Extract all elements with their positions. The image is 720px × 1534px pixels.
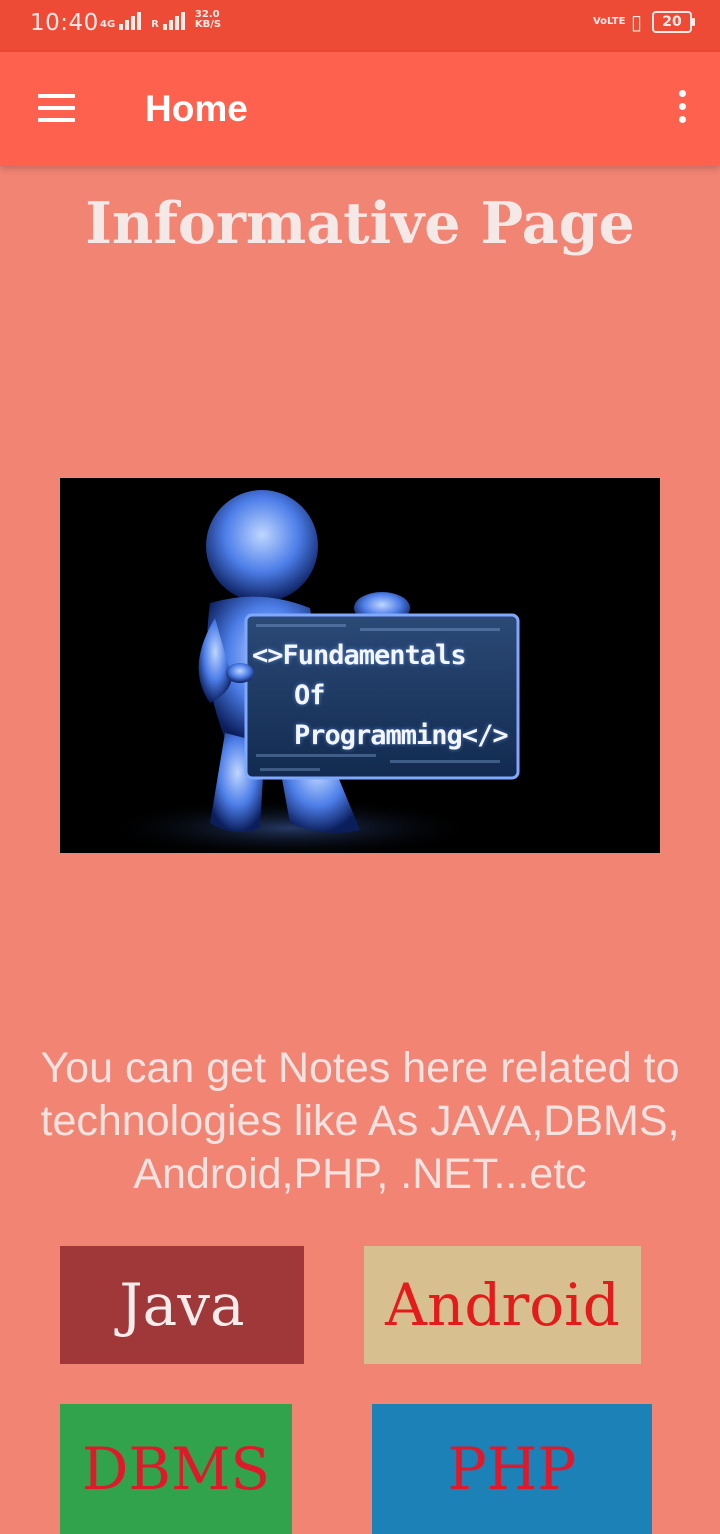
- more-vertical-icon[interactable]: [670, 88, 694, 128]
- php-button[interactable]: PHP: [372, 1404, 652, 1534]
- signal-strength-icon: [119, 12, 142, 30]
- status-time: 10:40: [30, 10, 99, 36]
- hero-image: <>Fundamentals Of Programming</>: [60, 478, 660, 853]
- page-title: Informative Page: [85, 190, 635, 257]
- intro-text: You can get Notes here related to techno…: [40, 1044, 680, 1198]
- android-button[interactable]: Android: [364, 1246, 641, 1364]
- volte-icon: VoLTE: [592, 16, 626, 27]
- roaming-label: R: [151, 19, 159, 30]
- app-bar: Home: [0, 52, 720, 166]
- vibrate-icon: ▯: [630, 10, 642, 34]
- hero-caption-line-2: Of: [294, 680, 326, 711]
- java-button[interactable]: Java: [60, 1246, 304, 1364]
- android-button-label: Android: [385, 1271, 620, 1339]
- dbms-button-label: DBMS: [81, 1435, 271, 1503]
- dbms-button[interactable]: DBMS: [60, 1404, 292, 1534]
- network-type-label: 4G: [100, 19, 116, 30]
- hero-caption-line-3: Programming</>: [294, 720, 509, 751]
- battery-icon: 20: [652, 11, 695, 33]
- status-bar: 10:40 4G R 32.0 KB/S VoLTE ▯ 20: [0, 0, 720, 52]
- network-indicators: 4G R 32.0 KB/S: [100, 10, 225, 30]
- app-bar-title: Home: [145, 88, 248, 129]
- signal-strength-icon-2: [162, 12, 185, 30]
- java-button-label: Java: [119, 1271, 245, 1339]
- hero-caption: <>Fundamentals Of Programming</>: [252, 636, 509, 756]
- network-speed: 32.0 KB/S: [194, 9, 222, 30]
- hero-caption-line-1: <>Fundamentals: [252, 640, 467, 671]
- php-button-label: PHP: [447, 1435, 577, 1503]
- hamburger-menu-icon[interactable]: [30, 86, 82, 132]
- status-right-icons: VoLTE ▯ 20: [592, 10, 695, 34]
- battery-level: 20: [662, 14, 682, 30]
